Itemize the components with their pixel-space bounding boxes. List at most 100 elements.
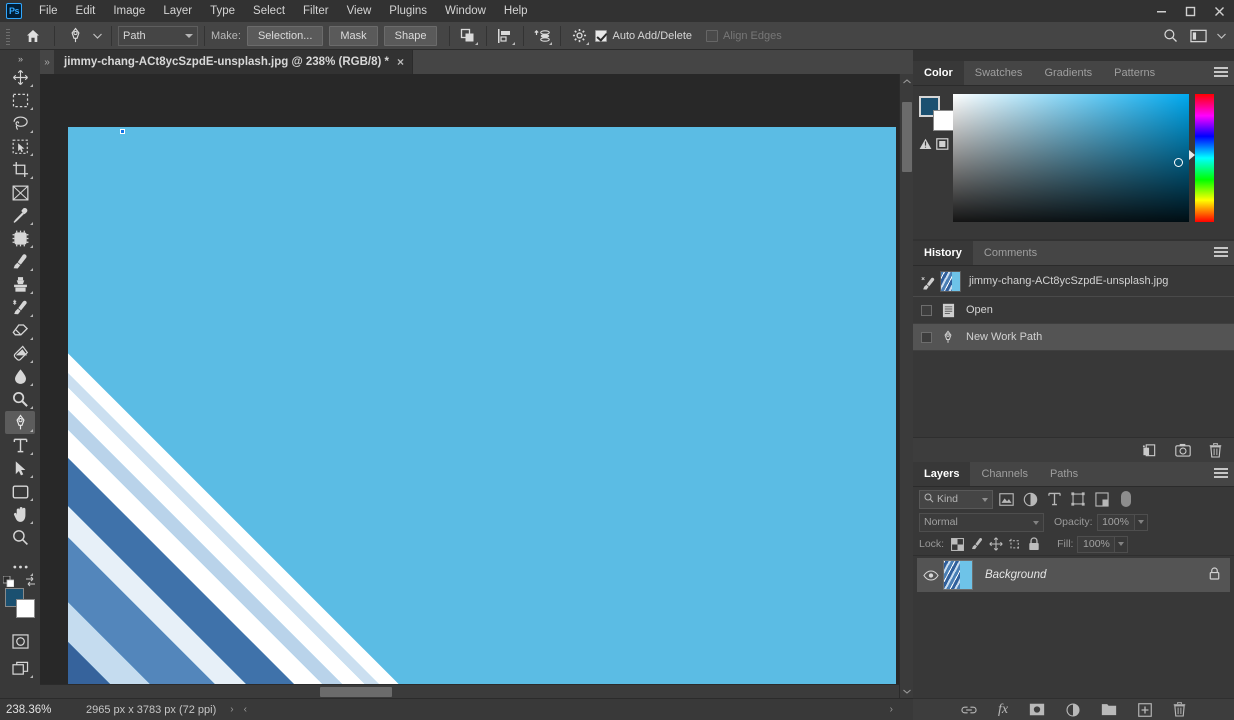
- menu-select[interactable]: Select: [244, 2, 294, 20]
- panel-menu-icon[interactable]: [1214, 468, 1228, 480]
- brush-tool[interactable]: [5, 250, 35, 273]
- vertical-scroll-thumb[interactable]: [902, 102, 912, 172]
- rectangle-tool[interactable]: [5, 480, 35, 503]
- default-colors-icon[interactable]: [2, 575, 15, 588]
- trash-icon[interactable]: [1209, 442, 1222, 458]
- history-state-toggle-checkbox[interactable]: [921, 331, 932, 343]
- folder-icon[interactable]: [1101, 703, 1117, 716]
- pen-tool[interactable]: [5, 411, 35, 434]
- quick-mask-icon[interactable]: [5, 630, 35, 653]
- clone-stamp-tool[interactable]: [5, 273, 35, 296]
- path-anchor-point[interactable]: [120, 129, 125, 134]
- table-row[interactable]: Background: [917, 558, 1230, 592]
- lock-position-icon[interactable]: [986, 535, 1005, 553]
- shape-layer-filter-icon[interactable]: [1067, 489, 1089, 509]
- camera-icon[interactable]: [1175, 443, 1191, 457]
- status-collapse-icon[interactable]: ‹: [244, 704, 247, 715]
- path-arrangement-icon[interactable]: [530, 25, 554, 47]
- tab-history[interactable]: History: [913, 241, 973, 265]
- home-icon[interactable]: [18, 25, 48, 47]
- menu-image[interactable]: Image: [104, 2, 154, 20]
- history-state-new-work-path[interactable]: New Work Path: [913, 324, 1234, 351]
- edit-toolbar-button[interactable]: [5, 555, 35, 578]
- adjustment-icon[interactable]: [1066, 702, 1080, 717]
- close-icon[interactable]: [1205, 0, 1234, 22]
- lock-image-pixels-icon[interactable]: [967, 535, 986, 553]
- make-selection-button[interactable]: Selection...: [246, 25, 324, 46]
- color-spectrum[interactable]: [953, 94, 1189, 222]
- web-safe-color-icon[interactable]: [936, 138, 949, 153]
- panel-menu-icon[interactable]: [1214, 67, 1228, 79]
- history-state-toggle-checkbox[interactable]: [921, 304, 932, 316]
- image-canvas[interactable]: [68, 127, 896, 698]
- layer-name[interactable]: Background: [985, 569, 1046, 581]
- hand-tool[interactable]: [5, 503, 35, 526]
- history-brush-tool[interactable]: [5, 296, 35, 319]
- chevron-down-icon[interactable]: [1212, 25, 1230, 47]
- tools-panel-collapse-icon[interactable]: »: [0, 52, 40, 66]
- menu-view[interactable]: View: [338, 2, 381, 20]
- menu-help[interactable]: Help: [495, 2, 537, 20]
- auto-add-delete-checkbox[interactable]: Auto Add/Delete: [595, 29, 692, 42]
- lock-all-icon[interactable]: [1024, 535, 1043, 553]
- object-selection-tool[interactable]: [5, 135, 35, 158]
- blur-tool[interactable]: [5, 365, 35, 388]
- pen-tool-preset-chevron-icon[interactable]: [89, 25, 105, 47]
- new-layer-icon[interactable]: [1138, 702, 1152, 717]
- path-selection-tool[interactable]: [5, 457, 35, 480]
- new-document-icon[interactable]: [1142, 443, 1157, 458]
- menu-file[interactable]: File: [30, 2, 67, 20]
- gamut-warning-icon[interactable]: [919, 138, 932, 153]
- gear-icon[interactable]: [567, 25, 591, 47]
- layer-filter-kind-select[interactable]: Kind: [919, 489, 993, 509]
- background-color-swatch[interactable]: [933, 110, 954, 131]
- tab-color[interactable]: Color: [913, 61, 964, 85]
- workspace-icon[interactable]: [1184, 25, 1212, 47]
- tab-channels[interactable]: Channels: [970, 462, 1038, 486]
- fill-value[interactable]: 100%: [1077, 535, 1116, 553]
- history-brush-icon[interactable]: [921, 276, 935, 290]
- blend-mode-select[interactable]: Normal: [919, 512, 1044, 532]
- filter-toggle-icon[interactable]: [1121, 491, 1131, 507]
- spot-healing-brush-tool[interactable]: [5, 227, 35, 250]
- crop-tool[interactable]: [5, 158, 35, 181]
- menu-plugins[interactable]: Plugins: [380, 2, 436, 20]
- path-alignment-icon[interactable]: [493, 25, 517, 47]
- rectangular-marquee-tool[interactable]: [5, 89, 35, 112]
- panel-menu-icon[interactable]: [1214, 247, 1228, 259]
- frame-tool[interactable]: [5, 181, 35, 204]
- gradient-tool[interactable]: [5, 342, 35, 365]
- menu-layer[interactable]: Layer: [154, 2, 201, 20]
- make-shape-button[interactable]: Shape: [383, 25, 438, 46]
- options-bar-grip[interactable]: [4, 25, 14, 46]
- minimize-icon[interactable]: [1147, 0, 1176, 22]
- tab-patterns[interactable]: Patterns: [1103, 61, 1166, 85]
- history-state-open[interactable]: Open: [913, 297, 1234, 324]
- status-right-icon[interactable]: ›: [890, 704, 893, 715]
- horizontal-scroll-thumb[interactable]: [320, 687, 392, 697]
- close-icon[interactable]: ×: [397, 56, 404, 68]
- background-color-swatch[interactable]: [16, 599, 35, 618]
- fill-stepper-chevron-icon[interactable]: [1115, 535, 1129, 553]
- pen-tool-icon[interactable]: [61, 25, 89, 47]
- canvas-area[interactable]: [40, 74, 913, 698]
- swap-colors-icon[interactable]: [25, 576, 36, 590]
- history-snapshot-row[interactable]: jimmy-chang-ACt8ycSzpdE-unsplash.jpg: [913, 266, 1234, 297]
- lock-transparent-pixels-icon[interactable]: [948, 535, 967, 553]
- type-tool[interactable]: [5, 434, 35, 457]
- color-spectrum-marker[interactable]: [1174, 158, 1183, 167]
- mask-icon[interactable]: [1029, 703, 1045, 716]
- move-tool[interactable]: [5, 66, 35, 89]
- eye-icon[interactable]: [919, 569, 943, 581]
- fx-icon[interactable]: fx: [998, 702, 1008, 718]
- tab-comments[interactable]: Comments: [973, 241, 1048, 265]
- menu-filter[interactable]: Filter: [294, 2, 338, 20]
- pixel-layer-filter-icon[interactable]: [995, 489, 1017, 509]
- path-operations-icon[interactable]: [456, 25, 480, 47]
- status-expand-icon[interactable]: ›: [230, 704, 233, 715]
- tool-mode-select[interactable]: Path: [118, 25, 198, 46]
- restore-icon[interactable]: [1176, 0, 1205, 22]
- tab-swatches[interactable]: Swatches: [964, 61, 1034, 85]
- menu-edit[interactable]: Edit: [67, 2, 105, 20]
- scroll-down-icon[interactable]: [900, 684, 913, 698]
